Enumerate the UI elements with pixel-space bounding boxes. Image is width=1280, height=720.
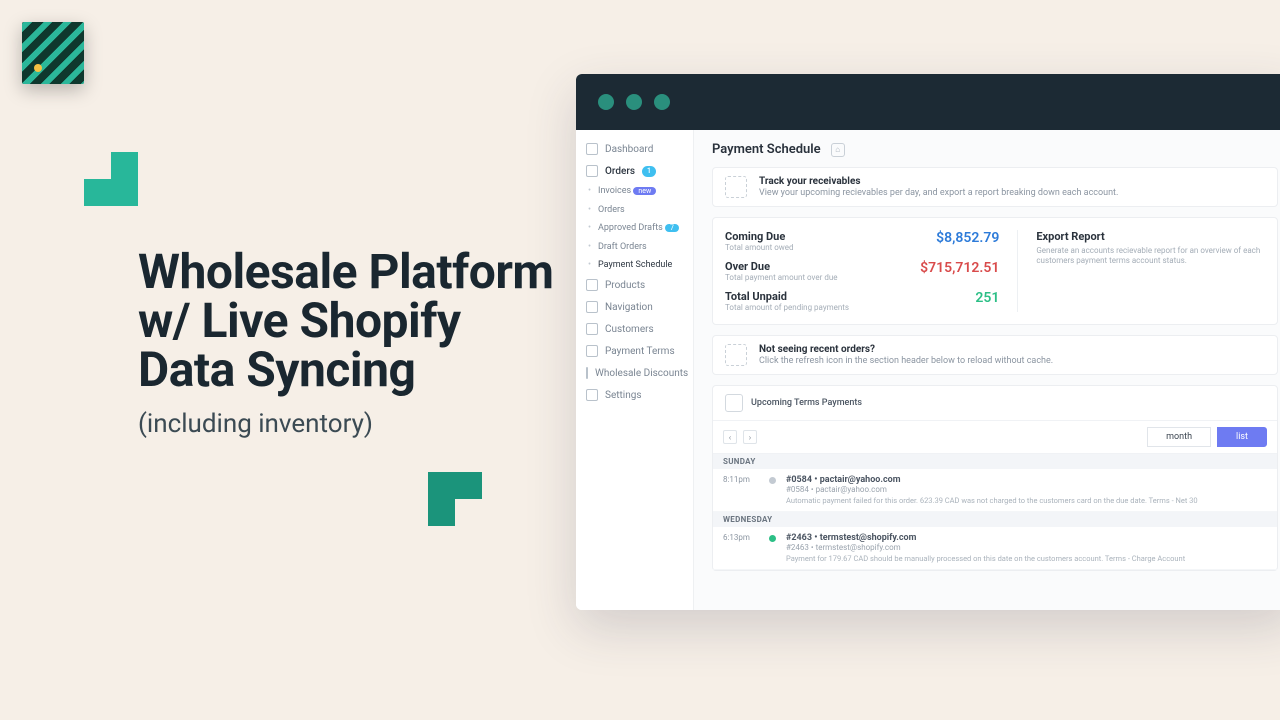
- products-icon: [586, 279, 598, 291]
- discounts-icon: [586, 367, 588, 379]
- over-due-sub: Total payment amount over due: [725, 273, 837, 282]
- event-line2: #0584 • pactair@yahoo.com: [786, 485, 1267, 494]
- dashboard-icon: [586, 143, 598, 155]
- orders-badge: 1: [642, 166, 656, 177]
- traffic-light-max-icon[interactable]: [654, 94, 670, 110]
- total-unpaid-sub: Total amount of pending payments: [725, 303, 849, 312]
- receivables-icon: [725, 176, 747, 198]
- over-due-label: Over Due: [725, 260, 770, 273]
- refresh-icon: [725, 344, 747, 366]
- banner-body: View your upcoming recievables per day, …: [759, 188, 1118, 198]
- day-header: WEDNESDAY: [713, 512, 1277, 527]
- receivables-banner: Track your receivables View your upcomin…: [712, 167, 1278, 207]
- status-dot-icon: [769, 477, 776, 484]
- sidebar-label: Customers: [605, 324, 654, 335]
- orders-icon: [586, 165, 598, 177]
- sidebar: Dashboard Orders 1 Invoices new Orders A…: [576, 130, 694, 610]
- total-unpaid-value: 251: [975, 290, 999, 306]
- decor-shape-1: [84, 152, 138, 206]
- upcoming-terms-card: Upcoming Terms Payments ‹ › month list S…: [712, 385, 1278, 571]
- coming-due-label: Coming Due: [725, 230, 785, 243]
- sidebar-item-products[interactable]: Products: [576, 274, 693, 296]
- sidebar-sub-schedule[interactable]: Payment Schedule: [576, 256, 693, 274]
- metrics-card: Coming Due Total amount owed $8,852.79 O…: [712, 217, 1278, 325]
- window-titlebar: [576, 74, 1280, 130]
- approved-badge: 7: [665, 224, 679, 232]
- divider: [1017, 230, 1018, 312]
- settings-icon: [586, 389, 598, 401]
- sidebar-label: Payment Terms: [605, 346, 675, 357]
- payment-event[interactable]: 8:11pm #0584 • pactair@yahoo.com #0584 •…: [713, 469, 1277, 512]
- sidebar-label: Orders: [605, 166, 635, 177]
- sidebar-item-customers[interactable]: Customers: [576, 318, 693, 340]
- terms-title: Upcoming Terms Payments: [751, 398, 862, 408]
- event-note: Automatic payment failed for this order.…: [786, 496, 1267, 505]
- sidebar-label: Products: [605, 280, 645, 291]
- event-line2: #2463 • termstest@shopify.com: [786, 543, 1267, 552]
- sidebar-label: Dashboard: [605, 144, 653, 155]
- decor-shape-2: [428, 472, 482, 526]
- sidebar-sub-approved[interactable]: Approved Drafts 7: [576, 219, 693, 238]
- terms-icon: [586, 345, 598, 357]
- over-due-value: $715,712.51: [920, 260, 999, 276]
- day-header: SUNDAY: [713, 454, 1277, 469]
- coming-due-value: $8,852.79: [936, 230, 999, 246]
- sidebar-sub-drafts[interactable]: Draft Orders: [576, 238, 693, 256]
- prev-button[interactable]: ‹: [723, 430, 737, 444]
- customers-icon: [586, 323, 598, 335]
- app-window: Dashboard Orders 1 Invoices new Orders A…: [576, 74, 1280, 610]
- banner2-title: Not seeing recent orders?: [759, 344, 1053, 355]
- event-line1: #2463 • termstest@shopify.com: [786, 533, 1267, 543]
- sidebar-label: Settings: [605, 390, 642, 401]
- event-time: 8:11pm: [723, 475, 759, 505]
- sidebar-item-dashboard[interactable]: Dashboard: [576, 138, 693, 160]
- sub-label: Invoices: [598, 186, 631, 196]
- view-month-button[interactable]: month: [1147, 427, 1211, 447]
- sidebar-sub-orders[interactable]: Orders: [576, 201, 693, 219]
- sidebar-label: Navigation: [605, 302, 653, 313]
- banner-title: Track your receivables: [759, 176, 1118, 187]
- navigation-icon: [586, 301, 598, 313]
- sidebar-item-wholesale-discounts[interactable]: Wholesale Discounts: [576, 362, 693, 384]
- sidebar-item-settings[interactable]: Settings: [576, 384, 693, 406]
- hero-subtitle: (including inventory): [138, 409, 568, 439]
- event-line1: #0584 • pactair@yahoo.com: [786, 475, 1267, 485]
- banner2-body: Click the refresh icon in the section he…: [759, 356, 1053, 366]
- event-note: Payment for 179.67 CAD should be manuall…: [786, 554, 1267, 563]
- coming-due-sub: Total amount owed: [725, 243, 794, 252]
- refresh-banner: Not seeing recent orders? Click the refr…: [712, 335, 1278, 375]
- next-button[interactable]: ›: [743, 430, 757, 444]
- sub-label: Approved Drafts: [598, 223, 663, 233]
- sidebar-item-navigation[interactable]: Navigation: [576, 296, 693, 318]
- traffic-light-min-icon[interactable]: [626, 94, 642, 110]
- status-dot-icon: [769, 535, 776, 542]
- sidebar-item-orders[interactable]: Orders 1: [576, 160, 693, 182]
- traffic-light-close-icon[interactable]: [598, 94, 614, 110]
- brand-logo: [22, 22, 84, 84]
- new-badge: new: [633, 187, 656, 195]
- sidebar-item-payment-terms[interactable]: Payment Terms: [576, 340, 693, 362]
- export-desc: Generate an accounts recievable report f…: [1036, 246, 1265, 267]
- event-time: 6:13pm: [723, 533, 759, 563]
- hero-title: Wholesale Platform w/ Live Shopify Data …: [138, 248, 568, 395]
- sidebar-sub-invoices[interactable]: Invoices new: [576, 182, 693, 201]
- sidebar-label: Wholesale Discounts: [595, 368, 688, 379]
- calendar-icon: [725, 394, 743, 412]
- export-label[interactable]: Export Report: [1036, 230, 1104, 243]
- home-icon[interactable]: ⌂: [831, 143, 845, 157]
- view-list-button[interactable]: list: [1217, 427, 1267, 447]
- payment-event[interactable]: 6:13pm #2463 • termstest@shopify.com #24…: [713, 527, 1277, 570]
- page-title: Payment Schedule: [712, 142, 821, 157]
- total-unpaid-label: Total Unpaid: [725, 290, 787, 303]
